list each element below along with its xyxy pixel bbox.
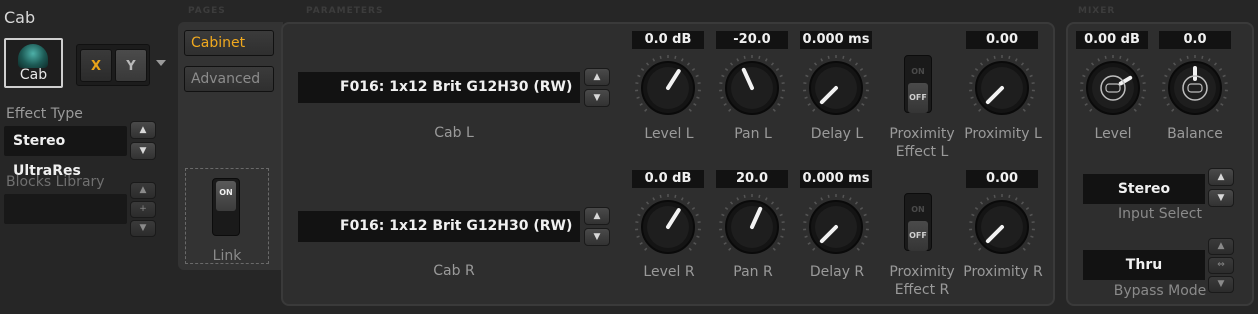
level-r-knob[interactable] bbox=[633, 192, 703, 262]
pan-r-label: Pan R bbox=[733, 264, 773, 280]
blocks-library-field[interactable] bbox=[4, 194, 127, 224]
proximity-r-label: Proximity R bbox=[963, 264, 1043, 280]
proximity-effect-l-toggle[interactable]: ON OFF bbox=[904, 55, 932, 113]
pan-r-knob[interactable] bbox=[717, 192, 787, 262]
effect-type-stepper: ▲ ▼ bbox=[130, 121, 156, 161]
balance-value[interactable]: 0.0 bbox=[1159, 31, 1231, 49]
blocks-library-stepper: ▲ + ▼ bbox=[130, 182, 156, 238]
cab-r-up-button[interactable]: ▲ bbox=[584, 207, 610, 225]
cab-r-down-button[interactable]: ▼ bbox=[584, 228, 610, 246]
level-l-value[interactable]: 0.0 dB bbox=[632, 31, 704, 49]
speaker-icon bbox=[18, 44, 48, 68]
input-select-up-button[interactable]: ▲ bbox=[1208, 168, 1234, 186]
delay-r-value[interactable]: 0.000 ms bbox=[800, 170, 872, 188]
cab-r-label: Cab R bbox=[433, 263, 475, 279]
link-toggle[interactable]: ON bbox=[212, 178, 240, 236]
tab-cabinet[interactable]: Cabinet bbox=[184, 30, 274, 56]
proximity-effect-r-label-1: Proximity bbox=[889, 264, 955, 280]
effect-type-up-button[interactable]: ▲ bbox=[130, 121, 156, 139]
balance-label: Balance bbox=[1167, 126, 1223, 142]
input-select-field[interactable]: Stereo bbox=[1083, 174, 1205, 204]
block-icon-label: Cab bbox=[19, 67, 48, 83]
proximity-r-knob[interactable] bbox=[967, 192, 1037, 262]
cab-l-up-button[interactable]: ▲ bbox=[584, 68, 610, 86]
pan-r-value[interactable]: 20.0 bbox=[716, 170, 788, 188]
cab-r-stepper: ▲ ▼ bbox=[584, 207, 610, 247]
x-button[interactable]: X bbox=[80, 49, 112, 82]
blocks-library-label: Blocks Library bbox=[6, 174, 105, 190]
proximity-effect-r-label: Proximity Effect R bbox=[877, 263, 967, 299]
input-select-down-button[interactable]: ▼ bbox=[1208, 189, 1234, 207]
level-r-value[interactable]: 0.0 dB bbox=[632, 170, 704, 188]
mixer-section-label: MIXER bbox=[1078, 6, 1116, 16]
proximity-effect-l-label-1: Proximity bbox=[889, 126, 955, 142]
cab-l-field[interactable]: F016: 1x12 Brit G12H30 (RW) bbox=[298, 72, 580, 103]
blocks-library-add-button[interactable]: + bbox=[130, 201, 156, 218]
proximity-r-value[interactable]: 0.00 bbox=[966, 170, 1038, 188]
proximity-effect-l-label: Proximity Effect L bbox=[877, 125, 967, 161]
delay-l-knob[interactable] bbox=[801, 53, 871, 123]
mixer-level-knob[interactable] bbox=[1078, 53, 1148, 123]
pan-l-label: Pan L bbox=[734, 126, 772, 142]
effect-type-down-button[interactable]: ▼ bbox=[130, 142, 156, 160]
proximity-l-value[interactable]: 0.00 bbox=[966, 31, 1038, 49]
parameters-section-label: PARAMETERS bbox=[306, 6, 384, 16]
input-select-label: Input Select bbox=[1118, 206, 1202, 222]
pages-section-label: PAGES bbox=[188, 6, 226, 16]
delay-l-label: Delay L bbox=[810, 126, 864, 142]
bypass-mode-field[interactable]: Thru bbox=[1083, 250, 1205, 280]
proximity-l-knob[interactable] bbox=[967, 53, 1037, 123]
cab-l-stepper: ▲ ▼ bbox=[584, 68, 610, 108]
effect-type-field[interactable]: Stereo UltraRes bbox=[4, 126, 127, 179]
cab-block-icon[interactable]: Cab bbox=[4, 38, 63, 88]
level-l-label: Level L bbox=[644, 126, 694, 142]
level-r-label: Level R bbox=[643, 264, 695, 280]
delay-r-label: Delay R bbox=[809, 264, 865, 280]
tab-advanced[interactable]: Advanced bbox=[184, 66, 274, 92]
y-button[interactable]: Y bbox=[115, 49, 147, 82]
bypass-mode-label: Bypass Mode bbox=[1113, 283, 1207, 299]
effect-type-label: Effect Type bbox=[6, 106, 83, 122]
proximity-effect-l-off: OFF bbox=[908, 83, 928, 113]
blocks-library-down-button[interactable]: ▼ bbox=[130, 220, 156, 237]
pan-l-knob[interactable] bbox=[717, 53, 787, 123]
pan-l-value[interactable]: -20.0 bbox=[716, 31, 788, 49]
delay-r-knob[interactable] bbox=[801, 192, 871, 262]
chevron-down-icon[interactable] bbox=[156, 60, 166, 66]
cab-l-label: Cab L bbox=[434, 125, 474, 141]
xy-switch: X Y bbox=[76, 44, 150, 86]
balance-knob[interactable] bbox=[1160, 53, 1230, 123]
level-l-knob[interactable] bbox=[633, 53, 703, 123]
proximity-l-label: Proximity L bbox=[964, 126, 1042, 142]
bypass-mode-up-button[interactable]: ▲ bbox=[1208, 238, 1234, 255]
input-select-stepper: ▲ ▼ bbox=[1208, 168, 1234, 208]
link-toggle-on: ON bbox=[216, 181, 236, 211]
proximity-effect-r-label-2: Effect R bbox=[894, 282, 950, 298]
link-label: Link bbox=[212, 248, 242, 264]
block-title: Cab bbox=[4, 8, 36, 27]
proximity-effect-l-label-2: Effect L bbox=[895, 144, 949, 160]
mixer-level-value[interactable]: 0.00 dB bbox=[1076, 31, 1148, 49]
bypass-mode-link-icon[interactable]: ⇔ bbox=[1208, 257, 1234, 274]
cab-r-field[interactable]: F016: 1x12 Brit G12H30 (RW) bbox=[298, 211, 580, 242]
cab-l-down-button[interactable]: ▼ bbox=[584, 89, 610, 107]
proximity-effect-r-toggle[interactable]: ON OFF bbox=[904, 193, 932, 251]
mixer-level-label: Level bbox=[1094, 126, 1132, 142]
proximity-effect-r-off: OFF bbox=[908, 221, 928, 251]
delay-l-value[interactable]: 0.000 ms bbox=[800, 31, 872, 49]
blocks-library-up-button[interactable]: ▲ bbox=[130, 182, 156, 199]
